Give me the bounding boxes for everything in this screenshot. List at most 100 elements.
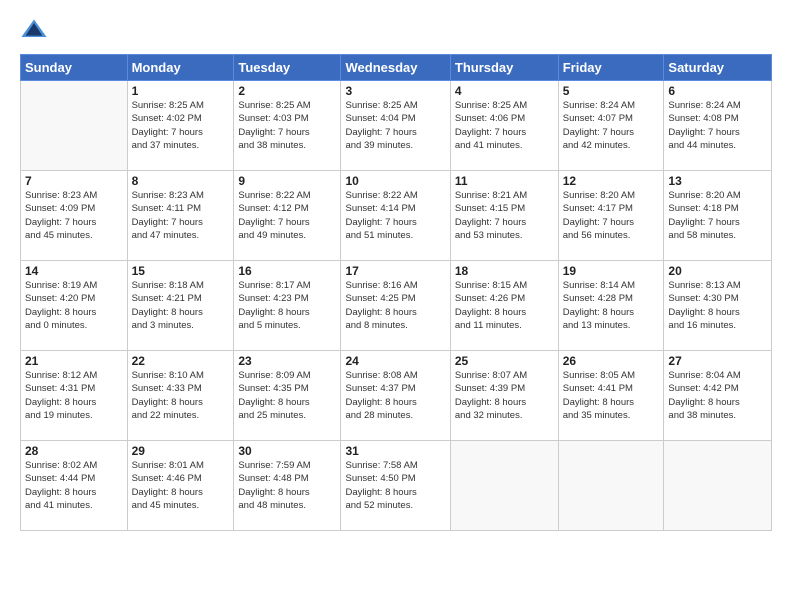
calendar-cell: 28Sunrise: 8:02 AM Sunset: 4:44 PM Dayli… xyxy=(21,441,128,531)
day-number: 26 xyxy=(563,354,660,368)
calendar-day-header: Monday xyxy=(127,55,234,81)
calendar-cell: 31Sunrise: 7:58 AM Sunset: 4:50 PM Dayli… xyxy=(341,441,450,531)
day-number: 19 xyxy=(563,264,660,278)
calendar-week-row: 21Sunrise: 8:12 AM Sunset: 4:31 PM Dayli… xyxy=(21,351,772,441)
calendar-cell: 29Sunrise: 8:01 AM Sunset: 4:46 PM Dayli… xyxy=(127,441,234,531)
calendar-header-row: SundayMondayTuesdayWednesdayThursdayFrid… xyxy=(21,55,772,81)
day-number: 4 xyxy=(455,84,554,98)
calendar-cell: 9Sunrise: 8:22 AM Sunset: 4:12 PM Daylig… xyxy=(234,171,341,261)
day-number: 21 xyxy=(25,354,123,368)
day-info: Sunrise: 8:08 AM Sunset: 4:37 PM Dayligh… xyxy=(345,369,445,422)
day-number: 13 xyxy=(668,174,767,188)
day-info: Sunrise: 8:18 AM Sunset: 4:21 PM Dayligh… xyxy=(132,279,230,332)
header xyxy=(20,16,772,44)
day-info: Sunrise: 8:23 AM Sunset: 4:09 PM Dayligh… xyxy=(25,189,123,242)
day-info: Sunrise: 8:25 AM Sunset: 4:04 PM Dayligh… xyxy=(345,99,445,152)
day-info: Sunrise: 8:14 AM Sunset: 4:28 PM Dayligh… xyxy=(563,279,660,332)
calendar-cell: 5Sunrise: 8:24 AM Sunset: 4:07 PM Daylig… xyxy=(558,81,664,171)
day-info: Sunrise: 7:59 AM Sunset: 4:48 PM Dayligh… xyxy=(238,459,336,512)
day-info: Sunrise: 8:10 AM Sunset: 4:33 PM Dayligh… xyxy=(132,369,230,422)
calendar-cell: 6Sunrise: 8:24 AM Sunset: 4:08 PM Daylig… xyxy=(664,81,772,171)
day-info: Sunrise: 8:25 AM Sunset: 4:02 PM Dayligh… xyxy=(132,99,230,152)
day-info: Sunrise: 8:19 AM Sunset: 4:20 PM Dayligh… xyxy=(25,279,123,332)
day-info: Sunrise: 8:25 AM Sunset: 4:06 PM Dayligh… xyxy=(455,99,554,152)
day-info: Sunrise: 8:25 AM Sunset: 4:03 PM Dayligh… xyxy=(238,99,336,152)
day-number: 17 xyxy=(345,264,445,278)
day-info: Sunrise: 8:23 AM Sunset: 4:11 PM Dayligh… xyxy=(132,189,230,242)
page: SundayMondayTuesdayWednesdayThursdayFrid… xyxy=(0,0,792,612)
calendar-cell xyxy=(21,81,128,171)
calendar-cell: 3Sunrise: 8:25 AM Sunset: 4:04 PM Daylig… xyxy=(341,81,450,171)
day-number: 10 xyxy=(345,174,445,188)
day-info: Sunrise: 8:12 AM Sunset: 4:31 PM Dayligh… xyxy=(25,369,123,422)
day-number: 6 xyxy=(668,84,767,98)
day-info: Sunrise: 8:15 AM Sunset: 4:26 PM Dayligh… xyxy=(455,279,554,332)
day-info: Sunrise: 8:02 AM Sunset: 4:44 PM Dayligh… xyxy=(25,459,123,512)
calendar-cell: 27Sunrise: 8:04 AM Sunset: 4:42 PM Dayli… xyxy=(664,351,772,441)
calendar-cell: 20Sunrise: 8:13 AM Sunset: 4:30 PM Dayli… xyxy=(664,261,772,351)
day-number: 1 xyxy=(132,84,230,98)
calendar-cell: 25Sunrise: 8:07 AM Sunset: 4:39 PM Dayli… xyxy=(450,351,558,441)
day-number: 8 xyxy=(132,174,230,188)
day-number: 2 xyxy=(238,84,336,98)
calendar-cell: 23Sunrise: 8:09 AM Sunset: 4:35 PM Dayli… xyxy=(234,351,341,441)
calendar-day-header: Sunday xyxy=(21,55,128,81)
day-info: Sunrise: 8:17 AM Sunset: 4:23 PM Dayligh… xyxy=(238,279,336,332)
calendar-day-header: Tuesday xyxy=(234,55,341,81)
day-number: 16 xyxy=(238,264,336,278)
day-number: 31 xyxy=(345,444,445,458)
calendar-cell: 4Sunrise: 8:25 AM Sunset: 4:06 PM Daylig… xyxy=(450,81,558,171)
day-info: Sunrise: 8:20 AM Sunset: 4:18 PM Dayligh… xyxy=(668,189,767,242)
calendar-week-row: 28Sunrise: 8:02 AM Sunset: 4:44 PM Dayli… xyxy=(21,441,772,531)
day-info: Sunrise: 8:01 AM Sunset: 4:46 PM Dayligh… xyxy=(132,459,230,512)
calendar-cell xyxy=(664,441,772,531)
day-number: 24 xyxy=(345,354,445,368)
logo-icon xyxy=(20,16,48,44)
day-info: Sunrise: 8:22 AM Sunset: 4:12 PM Dayligh… xyxy=(238,189,336,242)
day-info: Sunrise: 8:09 AM Sunset: 4:35 PM Dayligh… xyxy=(238,369,336,422)
calendar-cell: 8Sunrise: 8:23 AM Sunset: 4:11 PM Daylig… xyxy=(127,171,234,261)
calendar-cell: 13Sunrise: 8:20 AM Sunset: 4:18 PM Dayli… xyxy=(664,171,772,261)
day-info: Sunrise: 8:16 AM Sunset: 4:25 PM Dayligh… xyxy=(345,279,445,332)
day-info: Sunrise: 8:07 AM Sunset: 4:39 PM Dayligh… xyxy=(455,369,554,422)
day-number: 28 xyxy=(25,444,123,458)
calendar-cell: 17Sunrise: 8:16 AM Sunset: 4:25 PM Dayli… xyxy=(341,261,450,351)
day-info: Sunrise: 8:05 AM Sunset: 4:41 PM Dayligh… xyxy=(563,369,660,422)
calendar-cell: 19Sunrise: 8:14 AM Sunset: 4:28 PM Dayli… xyxy=(558,261,664,351)
day-number: 15 xyxy=(132,264,230,278)
calendar-day-header: Wednesday xyxy=(341,55,450,81)
calendar-cell: 16Sunrise: 8:17 AM Sunset: 4:23 PM Dayli… xyxy=(234,261,341,351)
day-number: 22 xyxy=(132,354,230,368)
day-number: 14 xyxy=(25,264,123,278)
day-info: Sunrise: 8:24 AM Sunset: 4:08 PM Dayligh… xyxy=(668,99,767,152)
day-number: 18 xyxy=(455,264,554,278)
day-info: Sunrise: 8:24 AM Sunset: 4:07 PM Dayligh… xyxy=(563,99,660,152)
calendar-cell: 18Sunrise: 8:15 AM Sunset: 4:26 PM Dayli… xyxy=(450,261,558,351)
day-number: 25 xyxy=(455,354,554,368)
day-number: 7 xyxy=(25,174,123,188)
calendar-cell: 26Sunrise: 8:05 AM Sunset: 4:41 PM Dayli… xyxy=(558,351,664,441)
day-number: 5 xyxy=(563,84,660,98)
calendar-cell: 1Sunrise: 8:25 AM Sunset: 4:02 PM Daylig… xyxy=(127,81,234,171)
calendar-cell: 7Sunrise: 8:23 AM Sunset: 4:09 PM Daylig… xyxy=(21,171,128,261)
calendar-cell: 10Sunrise: 8:22 AM Sunset: 4:14 PM Dayli… xyxy=(341,171,450,261)
day-number: 12 xyxy=(563,174,660,188)
calendar-cell: 11Sunrise: 8:21 AM Sunset: 4:15 PM Dayli… xyxy=(450,171,558,261)
calendar-day-header: Thursday xyxy=(450,55,558,81)
day-number: 23 xyxy=(238,354,336,368)
calendar-cell: 2Sunrise: 8:25 AM Sunset: 4:03 PM Daylig… xyxy=(234,81,341,171)
calendar-cell: 15Sunrise: 8:18 AM Sunset: 4:21 PM Dayli… xyxy=(127,261,234,351)
calendar-day-header: Friday xyxy=(558,55,664,81)
calendar-cell xyxy=(450,441,558,531)
calendar-cell xyxy=(558,441,664,531)
calendar-week-row: 14Sunrise: 8:19 AM Sunset: 4:20 PM Dayli… xyxy=(21,261,772,351)
calendar-cell: 30Sunrise: 7:59 AM Sunset: 4:48 PM Dayli… xyxy=(234,441,341,531)
day-number: 27 xyxy=(668,354,767,368)
day-info: Sunrise: 8:13 AM Sunset: 4:30 PM Dayligh… xyxy=(668,279,767,332)
day-number: 9 xyxy=(238,174,336,188)
logo xyxy=(20,16,52,44)
day-number: 3 xyxy=(345,84,445,98)
calendar-table: SundayMondayTuesdayWednesdayThursdayFrid… xyxy=(20,54,772,531)
day-info: Sunrise: 8:21 AM Sunset: 4:15 PM Dayligh… xyxy=(455,189,554,242)
calendar-cell: 21Sunrise: 8:12 AM Sunset: 4:31 PM Dayli… xyxy=(21,351,128,441)
